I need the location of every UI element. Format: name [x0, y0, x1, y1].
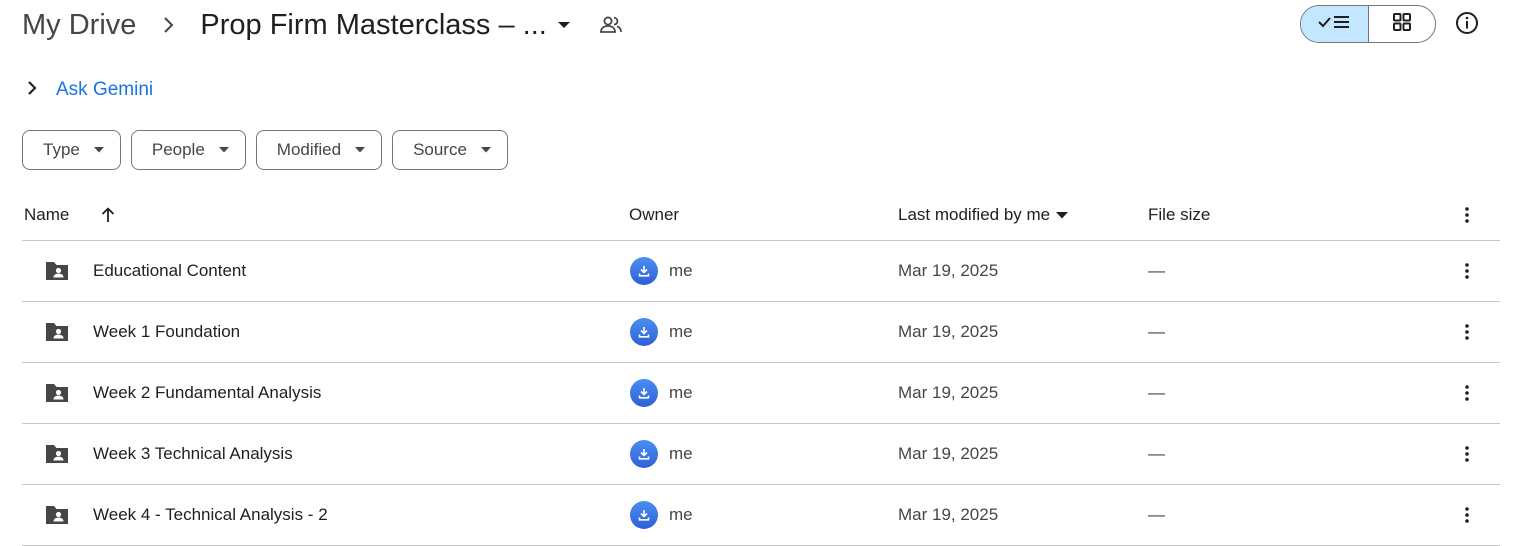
filter-source-chip[interactable]: Source	[392, 130, 508, 170]
owner-name: me	[669, 444, 693, 463]
view-toggle	[1300, 5, 1436, 43]
owner-cell: me	[630, 485, 693, 545]
filter-modified-chip[interactable]: Modified	[255, 130, 383, 170]
column-header-owner[interactable]: Owner	[629, 190, 679, 240]
info-button[interactable]	[1452, 10, 1482, 40]
caret-down-icon	[93, 147, 104, 153]
grid-view-button[interactable]	[1369, 6, 1436, 42]
table-row[interactable]: Week 1 Foundation me Mar 19, 2025 —	[22, 302, 1500, 363]
filter-type-chip[interactable]: Type	[22, 130, 121, 170]
table-row[interactable]: Week 2 Fundamental Analysis me Mar 19, 2…	[22, 363, 1500, 424]
owner-cell: me	[630, 241, 693, 301]
file-list: Educational Content me Mar 19, 2025 — We…	[22, 241, 1500, 546]
current-folder-title: Prop Firm Masterclass – ...	[200, 8, 547, 41]
more-vertical-icon[interactable]	[1456, 424, 1478, 484]
modified-date: Mar 19, 2025	[898, 322, 999, 341]
owner-cell: me	[630, 363, 693, 423]
breadcrumb-current-folder[interactable]: Prop Firm Masterclass – ...	[200, 9, 570, 42]
file-size: —	[1148, 383, 1165, 402]
check-list-icon	[1317, 13, 1351, 36]
shared-folder-icon	[44, 424, 70, 484]
people-icon[interactable]	[599, 15, 623, 35]
file-size: —	[1148, 322, 1165, 341]
shared-folder-icon	[44, 241, 70, 301]
download-avatar-icon	[630, 379, 658, 407]
modified-date: Mar 19, 2025	[898, 261, 999, 280]
caret-down-icon	[355, 147, 366, 153]
breadcrumb: My Drive Prop Firm Masterclass – ...	[22, 0, 623, 50]
caret-down-icon	[557, 21, 571, 29]
file-size: —	[1148, 261, 1165, 280]
chevron-right-icon	[26, 80, 38, 101]
caret-down-icon	[480, 147, 491, 153]
breadcrumb-my-drive[interactable]: My Drive	[22, 9, 136, 42]
ask-gemini-button[interactable]: Ask Gemini	[26, 76, 153, 104]
chevron-right-icon	[162, 16, 174, 34]
file-table: Name Owner Last modified by me File size	[22, 190, 1500, 546]
filter-bar: Type People Modified Source	[22, 130, 518, 170]
arrow-up-icon[interactable]	[100, 190, 116, 240]
modified-date: Mar 19, 2025	[898, 383, 999, 402]
modified-date: Mar 19, 2025	[898, 505, 999, 524]
table-row[interactable]: Educational Content me Mar 19, 2025 —	[22, 241, 1500, 302]
more-vertical-icon[interactable]	[1456, 302, 1478, 362]
table-row[interactable]: Week 3 Technical Analysis me Mar 19, 202…	[22, 424, 1500, 485]
file-size: —	[1148, 505, 1165, 524]
more-vertical-icon[interactable]	[1456, 485, 1478, 545]
more-vertical-icon[interactable]	[1456, 363, 1478, 423]
filter-people-chip[interactable]: People	[130, 130, 246, 170]
list-view-button[interactable]	[1301, 6, 1369, 42]
owner-name: me	[669, 261, 693, 280]
owner-name: me	[669, 383, 693, 402]
filter-label: Modified	[276, 140, 342, 159]
download-avatar-icon	[630, 257, 658, 285]
owner-name: me	[669, 322, 693, 341]
column-header-modified[interactable]: Last modified by me	[898, 190, 1069, 240]
column-header-modified-label: Last modified by me	[898, 205, 1051, 224]
table-header: Name Owner Last modified by me File size	[22, 190, 1500, 241]
table-row[interactable]: Week 4 - Technical Analysis - 2 me Mar 1…	[22, 485, 1500, 546]
filter-label: People	[151, 140, 205, 159]
grid-icon	[1392, 12, 1411, 36]
file-name: Week 2 Fundamental Analysis	[93, 383, 322, 402]
file-size: —	[1148, 444, 1165, 463]
shared-folder-icon	[44, 302, 70, 362]
file-name: Week 1 Foundation	[93, 322, 241, 341]
file-name: Week 4 - Technical Analysis - 2	[93, 505, 328, 524]
ask-gemini-label: Ask Gemini	[56, 79, 154, 100]
info-icon	[1455, 11, 1479, 40]
modified-date: Mar 19, 2025	[898, 444, 999, 463]
owner-name: me	[669, 505, 693, 524]
caret-down-icon	[218, 147, 229, 153]
column-header-file-size[interactable]: File size	[1148, 190, 1210, 240]
download-avatar-icon	[630, 318, 658, 346]
column-header-name[interactable]: Name	[24, 190, 69, 240]
more-vertical-icon[interactable]	[1456, 190, 1478, 240]
file-name: Week 3 Technical Analysis	[93, 444, 293, 463]
caret-down-icon	[1056, 211, 1069, 219]
more-vertical-icon[interactable]	[1456, 241, 1478, 301]
filter-label: Source	[413, 140, 467, 159]
download-avatar-icon	[630, 501, 658, 529]
file-name: Educational Content	[93, 261, 247, 280]
owner-cell: me	[630, 302, 693, 362]
shared-folder-icon	[44, 363, 70, 423]
download-avatar-icon	[630, 440, 658, 468]
filter-label: Type	[43, 140, 80, 159]
owner-cell: me	[630, 424, 693, 484]
shared-folder-icon	[44, 485, 70, 545]
